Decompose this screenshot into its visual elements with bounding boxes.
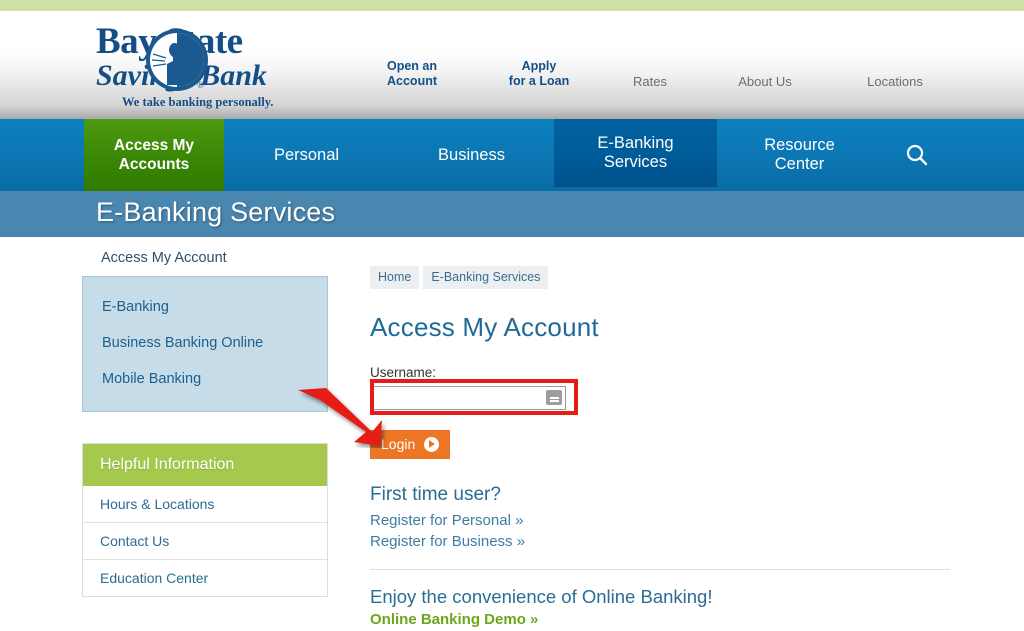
helpful-information-panel: Helpful Information Hours & Locations Co… — [82, 443, 328, 597]
utility-nav-open-account[interactable]: Open an Account — [370, 59, 454, 89]
nav-tab-e-banking-services-line2: Services — [603, 153, 668, 171]
main-column: Home E-Banking Services Access My Accoun… — [370, 237, 970, 631]
nav-tab-resource-center-line2: Center — [774, 155, 825, 173]
nav-tab-personal-label: Personal — [273, 145, 340, 164]
nav-tab-business[interactable]: Business — [389, 119, 554, 191]
page-banner-title: E-Banking Services — [96, 197, 336, 227]
nav-tab-access-my-accounts-line1: Access My — [113, 137, 195, 154]
utility-nav-open-account-line2: Account — [387, 74, 437, 88]
login-button[interactable]: Login — [370, 430, 451, 459]
nav-search-button[interactable] — [882, 119, 952, 191]
main-navigation: Access My Accounts Personal Business E-B… — [0, 119, 1024, 191]
site-header: Bay State Savings Bank We take banking p… — [0, 11, 1024, 119]
nav-tab-personal[interactable]: Personal — [224, 119, 389, 191]
page-banner: E-Banking Services — [0, 191, 1024, 237]
helpful-information-title: Helpful Information — [83, 444, 327, 486]
breadcrumb-item-home[interactable]: Home — [370, 266, 420, 289]
sidebar-item-business-banking-online[interactable]: Business Banking Online — [83, 325, 327, 361]
play-arrow-icon — [424, 436, 440, 452]
bank-seal-emblem-icon: ® — [146, 29, 208, 91]
promo-heading: Enjoy the convenience of Online Banking! — [370, 586, 713, 607]
utility-nav-rates[interactable]: Rates — [617, 74, 683, 89]
online-banking-demo-link[interactable]: Online Banking Demo » — [370, 611, 538, 628]
breadcrumb-item-e-banking-services[interactable]: E-Banking Services — [423, 266, 549, 289]
helpful-item-education-center[interactable]: Education Center — [83, 560, 327, 596]
nav-tab-business-label: Business — [438, 145, 505, 164]
nav-tab-e-banking-services[interactable]: E-Banking Services — [554, 119, 717, 187]
utility-nav-open-account-line1: Open an — [386, 59, 437, 73]
first-time-user-heading: First time user? — [370, 484, 501, 505]
nav-tab-resource-center[interactable]: Resource Center — [717, 119, 882, 191]
register-personal-link[interactable]: Register for Personal » — [370, 510, 970, 531]
page-title: Access My Account — [370, 312, 599, 342]
login-button-label: Login — [381, 436, 416, 452]
nav-tab-access-my-accounts-line2: Accounts — [118, 156, 190, 173]
utility-nav-about-us[interactable]: About Us — [722, 74, 808, 89]
search-icon — [906, 144, 928, 166]
nav-tab-resource-center-line1: Resource — [764, 136, 835, 154]
sidebar-item-e-banking[interactable]: E-Banking — [83, 289, 327, 325]
utility-nav-apply-loan-line1: Apply — [521, 59, 557, 73]
helpful-item-contact-us[interactable]: Contact Us — [83, 523, 327, 560]
sidebar-menu-box: E-Banking Business Banking Online Mobile… — [82, 276, 328, 412]
register-business-link[interactable]: Register for Business » — [370, 531, 970, 552]
utility-nav-apply-loan-line2: for a Loan — [508, 74, 570, 88]
page-root: Bay State Savings Bank We take banking p… — [0, 0, 1024, 631]
content-area: Access My Account E-Banking Business Ban… — [0, 237, 1024, 631]
section-divider-top — [370, 569, 950, 570]
sidebar-item-mobile-banking[interactable]: Mobile Banking — [83, 361, 327, 397]
autofill-credentials-icon[interactable] — [546, 390, 562, 405]
sidebar-section-title: Access My Account — [101, 250, 227, 266]
nav-tab-access-my-accounts[interactable]: Access My Accounts — [84, 119, 224, 191]
logo-tagline: We take banking personally. — [122, 95, 274, 109]
breadcrumb: Home E-Banking Services — [370, 237, 970, 289]
username-input-wrap — [370, 386, 566, 410]
username-label: Username: — [370, 365, 437, 380]
helpful-item-hours-locations[interactable]: Hours & Locations — [83, 486, 327, 523]
username-input[interactable] — [370, 386, 566, 410]
svg-text:®: ® — [197, 80, 204, 90]
utility-navigation: Open an Account Apply for a Loan Rates A… — [370, 59, 970, 99]
utility-nav-locations[interactable]: Locations — [848, 74, 942, 89]
nav-tab-e-banking-services-line1: E-Banking — [597, 134, 674, 152]
top-accent-strip — [0, 0, 1024, 11]
utility-nav-apply-loan[interactable]: Apply for a Loan — [484, 59, 594, 89]
sidebar: Access My Account E-Banking Business Ban… — [82, 237, 328, 597]
